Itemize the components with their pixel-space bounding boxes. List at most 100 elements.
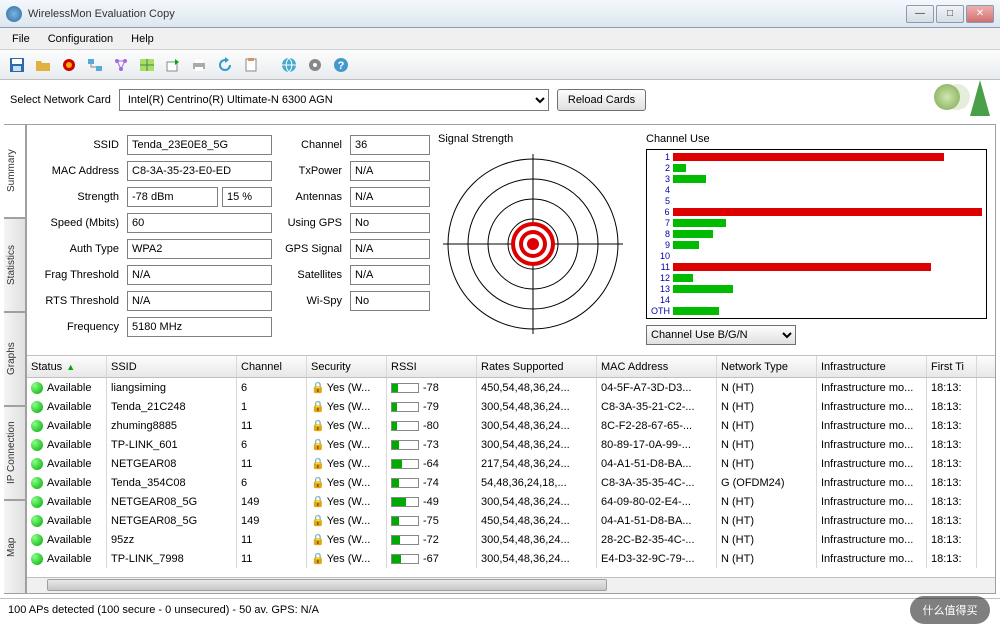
antennas-value: N/A [350,187,430,207]
ap-table: Status▲ SSID Channel Security RSSI Rates… [27,355,995,593]
menubar: File Configuration Help [0,28,1000,50]
table-body[interactable]: Available liangsiming6 🔒Yes (W... -78 45… [27,378,995,577]
channel-bar [673,208,983,216]
channel-bar-row: 5 [651,196,982,207]
col-rssi[interactable]: RSSI [387,356,477,377]
tab-map[interactable]: Map [4,500,26,594]
globe-icon[interactable] [278,54,300,76]
col-network-type[interactable]: Network Type [717,356,817,377]
channel-number: 11 [651,262,673,272]
rssi-bar-icon [391,421,419,431]
channel-bar [673,307,719,315]
horizontal-scrollbar[interactable] [27,577,995,593]
channel-number: 3 [651,174,673,184]
col-status[interactable]: Status▲ [27,356,107,377]
wispy-label: Wi-Spy [276,295,346,307]
table-row[interactable]: Available NETGEAR08_5G149 🔒Yes (W... -49… [27,492,995,511]
channel-bar-row: OTH [651,305,982,316]
rssi-bar-icon [391,516,419,526]
help-icon[interactable]: ? [330,54,352,76]
window-title: WirelessMon Evaluation Copy [28,8,175,20]
channel-number: OTH [651,306,673,316]
channel-bar [673,175,706,183]
network-card-select[interactable]: Intel(R) Centrino(R) Ultimate-N 6300 AGN [119,89,549,111]
table-header: Status▲ SSID Channel Security RSSI Rates… [27,356,995,378]
reload-cards-button[interactable]: Reload Cards [557,89,646,111]
lock-icon: 🔒 [311,514,325,527]
rssi-bar-icon [391,402,419,412]
save-icon[interactable] [6,54,28,76]
lock-icon: 🔒 [311,381,325,394]
watermark: 什么值得买 [910,596,990,624]
rssi-bar-icon [391,459,419,469]
lock-icon: 🔒 [311,476,325,489]
col-rates[interactable]: Rates Supported [477,356,597,377]
tab-ip-connection[interactable]: IP Connection [4,406,26,500]
close-button[interactable]: ✕ [966,5,994,23]
col-first-time[interactable]: First Ti [927,356,977,377]
lock-icon: 🔒 [311,457,325,470]
table-row[interactable]: Available NETGEAR08_5G149 🔒Yes (W... -75… [27,511,995,530]
col-security[interactable]: Security [307,356,387,377]
print-icon[interactable] [188,54,210,76]
minimize-button[interactable]: — [906,5,934,23]
wispy-value: No [350,291,430,311]
settings-icon[interactable] [304,54,326,76]
refresh-icon[interactable] [214,54,236,76]
table-row[interactable]: Available liangsiming6 🔒Yes (W... -78 45… [27,378,995,397]
col-mac[interactable]: MAC Address [597,356,717,377]
nodes-icon[interactable] [110,54,132,76]
channel-bar-row: 14 [651,294,982,305]
lock-icon: 🔒 [311,552,325,565]
scrollbar-thumb[interactable] [47,579,607,591]
table-row[interactable]: Available zhuming888511 🔒Yes (W... -80 3… [27,416,995,435]
channel-bar [673,241,699,249]
menu-configuration[interactable]: Configuration [40,31,121,47]
table-row[interactable]: Available Tenda_21C2481 🔒Yes (W... -79 3… [27,397,995,416]
table-row[interactable]: Available TP-LINK_6016 🔒Yes (W... -73 30… [27,435,995,454]
open-icon[interactable] [32,54,54,76]
mac-value: C8-3A-35-23-E0-ED [127,161,272,181]
table-row[interactable]: Available TP-LINK_799811 🔒Yes (W... -67 … [27,549,995,568]
channel-use-select[interactable]: Channel Use B/G/N [646,325,796,345]
channel-use-caption: Channel Use [646,133,987,145]
auth-label: Auth Type [35,243,123,255]
channel-bar-row: 9 [651,240,982,251]
rssi-bar-icon [391,554,419,564]
ssid-value: Tenda_23E0E8_5G [127,135,272,155]
lock-icon: 🔒 [311,438,325,451]
table-row[interactable]: Available NETGEAR0811 🔒Yes (W... -64 217… [27,454,995,473]
lock-icon: 🔒 [311,495,325,508]
svg-text:?: ? [338,60,345,72]
strength-pct-value: 15 % [222,187,272,207]
channel-number: 9 [651,240,673,250]
record-icon[interactable] [58,54,80,76]
rssi-bar-icon [391,383,419,393]
col-channel[interactable]: Channel [237,356,307,377]
network-icon[interactable] [84,54,106,76]
tab-summary[interactable]: Summary [4,124,26,218]
channel-number: 13 [651,284,673,294]
satellites-value: N/A [350,265,430,285]
menu-file[interactable]: File [4,31,38,47]
channel-bar-row: 4 [651,185,982,196]
channel-bar [673,153,944,161]
status-led-icon [31,496,43,508]
network-card-label: Select Network Card [10,94,111,106]
frag-label: Frag Threshold [35,269,123,281]
frag-value: N/A [127,265,272,285]
maximize-button[interactable]: □ [936,5,964,23]
tab-statistics[interactable]: Statistics [4,218,26,312]
col-ssid[interactable]: SSID [107,356,237,377]
menu-help[interactable]: Help [123,31,162,47]
export-icon[interactable] [162,54,184,76]
col-infrastructure[interactable]: Infrastructure [817,356,927,377]
tab-graphs[interactable]: Graphs [4,312,26,406]
table-row[interactable]: Available Tenda_354C086 🔒Yes (W... -74 5… [27,473,995,492]
rts-value: N/A [127,291,272,311]
map-icon[interactable] [136,54,158,76]
channel-bar-row: 11 [651,261,982,272]
clipboard-icon[interactable] [240,54,262,76]
table-row[interactable]: Available 95zz11 🔒Yes (W... -72 300,54,4… [27,530,995,549]
signal-caption: Signal Strength [438,133,638,145]
